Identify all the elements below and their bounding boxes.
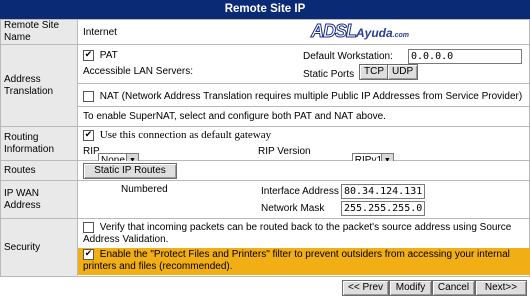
udp-button[interactable]: UDP bbox=[387, 64, 419, 80]
verify-option: Verify that incoming packets can be rout… bbox=[83, 222, 528, 246]
pat-option: PAT bbox=[83, 50, 118, 61]
default-workstation-input[interactable]: 0.0.0.0 bbox=[408, 49, 522, 64]
address-translation-label: Address Translation bbox=[0, 44, 78, 127]
routing-information-label: Routing Information bbox=[0, 126, 78, 161]
nat-label: NAT (Network Address Translation require… bbox=[99, 91, 523, 103]
remote-site-name-cell: Internet ADSLAyuda.com bbox=[77, 19, 530, 45]
nat-divider bbox=[78, 83, 530, 84]
routing-information-cell: Use this connection as default gateway R… bbox=[77, 126, 530, 168]
default-gateway-option: Use this connection as default gateway bbox=[83, 129, 271, 141]
remote-site-name-value: Internet bbox=[83, 27, 117, 38]
default-workstation-label: Default Workstation: bbox=[303, 51, 393, 62]
adslayuda-logo: ADSLAyuda.com bbox=[311, 21, 410, 42]
ip-wan-address-cell: Numbered Interface Address 80.34.124.131… bbox=[77, 180, 530, 219]
interface-address-input[interactable]: 80.34.124.131 bbox=[341, 184, 425, 199]
modify-button[interactable]: Modify bbox=[389, 280, 432, 296]
settings-table: Remote Site Name Internet ADSLAyuda.com … bbox=[0, 19, 530, 277]
pat-label: PAT bbox=[99, 50, 118, 62]
verify-label: Verify that incoming packets can be rout… bbox=[83, 222, 512, 246]
next-button[interactable]: Next>> bbox=[475, 280, 527, 296]
pat-checkbox[interactable] bbox=[83, 50, 94, 61]
network-mask-label: Network Mask bbox=[261, 203, 325, 214]
interface-address-label: Interface Address bbox=[261, 186, 339, 197]
cancel-button[interactable]: Cancel bbox=[432, 280, 475, 296]
wan-mode-label: Numbered bbox=[121, 184, 168, 195]
tcp-button[interactable]: TCP bbox=[359, 64, 389, 80]
verify-checkbox[interactable] bbox=[83, 222, 94, 233]
page-title: Remote Site IP bbox=[0, 0, 530, 19]
security-cell: Verify that incoming packets can be rout… bbox=[77, 218, 530, 277]
protect-option: Enable the "Protect Files and Printers" … bbox=[78, 248, 530, 275]
prev-button[interactable]: << Prev bbox=[342, 280, 389, 296]
supernat-note: To enable SuperNAT, select and configure… bbox=[83, 111, 386, 122]
nat-option: NAT (Network Address Translation require… bbox=[83, 91, 522, 102]
supernat-divider bbox=[78, 106, 530, 107]
default-gateway-checkbox[interactable] bbox=[83, 129, 94, 141]
protect-checkbox[interactable] bbox=[83, 249, 94, 260]
protect-label: Enable the "Protect Files and Printers" … bbox=[83, 249, 510, 273]
ip-wan-address-label: IP WAN Address bbox=[0, 180, 78, 219]
static-ports-label: Static Ports bbox=[303, 69, 355, 80]
remote-site-ip-page: Remote Site IP Remote Site Name Internet… bbox=[0, 0, 530, 300]
security-label: Security bbox=[0, 218, 78, 277]
rip-version-label: RIP Version bbox=[258, 146, 311, 157]
static-ip-routes-button[interactable]: Static IP Routes bbox=[83, 163, 177, 179]
nat-checkbox[interactable] bbox=[83, 91, 94, 102]
routes-label: Routes bbox=[0, 160, 78, 181]
default-gateway-label: Use this connection as default gateway bbox=[99, 129, 272, 141]
routes-cell: Static IP Routes bbox=[77, 160, 530, 181]
network-mask-input[interactable]: 255.255.255.0 bbox=[341, 201, 425, 216]
remote-site-name-label: Remote Site Name bbox=[0, 19, 78, 45]
address-translation-cell: PAT Default Workstation: 0.0.0.0 Accessi… bbox=[77, 44, 530, 127]
accessible-lan-servers-label: Accessible LAN Servers: bbox=[83, 66, 194, 77]
